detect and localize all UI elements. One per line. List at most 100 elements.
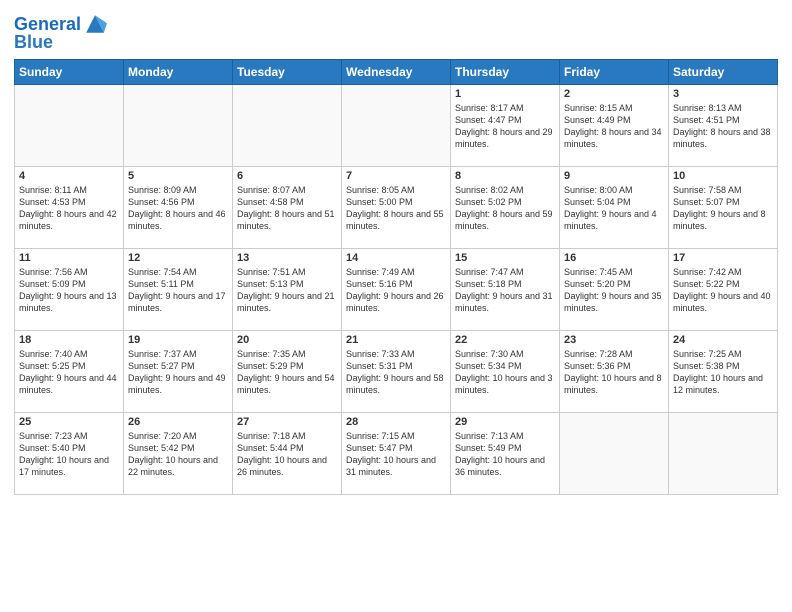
day-number: 13 [237, 252, 337, 264]
day-info: Sunrise: 7:58 AMSunset: 5:07 PMDaylight:… [673, 184, 773, 233]
calendar-cell: 11Sunrise: 7:56 AMSunset: 5:09 PMDayligh… [15, 249, 124, 331]
day-info: Sunrise: 7:47 AMSunset: 5:18 PMDaylight:… [455, 266, 555, 315]
day-number: 24 [673, 334, 773, 346]
logo: General Blue [14, 14, 107, 53]
day-number: 8 [455, 170, 555, 182]
day-info: Sunrise: 7:13 AMSunset: 5:49 PMDaylight:… [455, 430, 555, 479]
day-info: Sunrise: 8:15 AMSunset: 4:49 PMDaylight:… [564, 102, 664, 151]
day-number: 27 [237, 416, 337, 428]
calendar-cell: 7Sunrise: 8:05 AMSunset: 5:00 PMDaylight… [342, 167, 451, 249]
day-info: Sunrise: 7:15 AMSunset: 5:47 PMDaylight:… [346, 430, 446, 479]
calendar-cell: 29 Sunrise: 7:13 AMSunset: 5:49 PMDayligh… [451, 413, 560, 495]
page-container: General Blue SundayMondayTuesdayWednesda… [0, 0, 792, 501]
day-info: Sunrise: 7:28 AMSunset: 5:36 PMDaylight:… [564, 348, 664, 397]
day-info: Sunrise: 7:30 AMSunset: 5:34 PMDaylight:… [455, 348, 555, 397]
day-number: 19 [128, 334, 228, 346]
logo-icon [83, 12, 107, 36]
day-info: Sunrise: 7:42 AMSunset: 5:22 PMDaylight:… [673, 266, 773, 315]
calendar-cell [124, 85, 233, 167]
header: General Blue [14, 10, 778, 53]
calendar-cell: 16Sunrise: 7:45 AMSunset: 5:20 PMDayligh… [560, 249, 669, 331]
day-info: Sunrise: 7:25 AMSunset: 5:38 PMDaylight:… [673, 348, 773, 397]
calendar-cell: 6Sunrise: 8:07 AMSunset: 4:58 PMDaylight… [233, 167, 342, 249]
calendar-cell: 19 Sunrise: 7:37 AMSunset: 5:27 PMDayligh… [124, 331, 233, 413]
calendar-cell: 9Sunrise: 8:00 AMSunset: 5:04 PMDaylight… [560, 167, 669, 249]
day-info: Sunrise: 7:35 AMSunset: 5:29 PMDaylight:… [237, 348, 337, 397]
calendar-body: 1 Sunrise: 8:17 AMSunset: 4:47 PMDaylight… [15, 85, 778, 495]
calendar-cell: 5 Sunrise: 8:09 AMSunset: 4:56 PMDaylight… [124, 167, 233, 249]
weekday-header-saturday: Saturday [669, 60, 778, 85]
calendar-cell: 24 Sunrise: 7:25 AMSunset: 5:38 PMDayligh… [669, 331, 778, 413]
calendar-cell: 25Sunrise: 7:23 AMSunset: 5:40 PMDayligh… [15, 413, 124, 495]
day-number: 17 [673, 252, 773, 264]
day-info: Sunrise: 8:17 AMSunset: 4:47 PMDaylight:… [455, 102, 555, 151]
day-number: 21 [346, 334, 446, 346]
calendar-cell: 15 Sunrise: 7:47 AMSunset: 5:18 PMDayligh… [451, 249, 560, 331]
day-info: Sunrise: 7:20 AMSunset: 5:42 PMDaylight:… [128, 430, 228, 479]
day-number: 2 [564, 88, 664, 100]
day-number: 29 [455, 416, 555, 428]
week-row-4: 18Sunrise: 7:40 AMSunset: 5:25 PMDayligh… [15, 331, 778, 413]
day-info: Sunrise: 8:11 AMSunset: 4:53 PMDaylight:… [19, 184, 119, 233]
calendar-cell: 2 Sunrise: 8:15 AMSunset: 4:49 PMDaylight… [560, 85, 669, 167]
calendar-cell: 1 Sunrise: 8:17 AMSunset: 4:47 PMDaylight… [451, 85, 560, 167]
day-info: Sunrise: 8:13 AMSunset: 4:51 PMDaylight:… [673, 102, 773, 151]
day-info: Sunrise: 8:09 AMSunset: 4:56 PMDaylight:… [128, 184, 228, 233]
day-number: 18 [19, 334, 119, 346]
week-row-2: 4 Sunrise: 8:11 AMSunset: 4:53 PMDaylight… [15, 167, 778, 249]
day-number: 14 [346, 252, 446, 264]
day-number: 5 [128, 170, 228, 182]
day-info: Sunrise: 7:37 AMSunset: 5:27 PMDaylight:… [128, 348, 228, 397]
day-info: Sunrise: 7:49 AMSunset: 5:16 PMDaylight:… [346, 266, 446, 315]
day-number: 4 [19, 170, 119, 182]
day-number: 15 [455, 252, 555, 264]
day-info: Sunrise: 7:18 AMSunset: 5:44 PMDaylight:… [237, 430, 337, 479]
day-number: 22 [455, 334, 555, 346]
calendar-cell: 27 Sunrise: 7:18 AMSunset: 5:44 PMDayligh… [233, 413, 342, 495]
calendar-cell [342, 85, 451, 167]
calendar-cell: 20 Sunrise: 7:35 AMSunset: 5:29 PMDayligh… [233, 331, 342, 413]
day-info: Sunrise: 8:00 AMSunset: 5:04 PMDaylight:… [564, 184, 664, 233]
day-number: 3 [673, 88, 773, 100]
calendar-cell: 14 Sunrise: 7:49 AMSunset: 5:16 PMDayligh… [342, 249, 451, 331]
day-number: 26 [128, 416, 228, 428]
week-row-5: 25Sunrise: 7:23 AMSunset: 5:40 PMDayligh… [15, 413, 778, 495]
calendar-cell: 18Sunrise: 7:40 AMSunset: 5:25 PMDayligh… [15, 331, 124, 413]
weekday-header-friday: Friday [560, 60, 669, 85]
day-number: 25 [19, 416, 119, 428]
day-number: 23 [564, 334, 664, 346]
calendar-cell [233, 85, 342, 167]
weekday-header-wednesday: Wednesday [342, 60, 451, 85]
week-row-1: 1 Sunrise: 8:17 AMSunset: 4:47 PMDaylight… [15, 85, 778, 167]
calendar-cell: 28 Sunrise: 7:15 AMSunset: 5:47 PMDayligh… [342, 413, 451, 495]
calendar-cell: 26 Sunrise: 7:20 AMSunset: 5:42 PMDayligh… [124, 413, 233, 495]
weekday-header-sunday: Sunday [15, 60, 124, 85]
calendar-cell [669, 413, 778, 495]
day-number: 10 [673, 170, 773, 182]
calendar-cell: 3 Sunrise: 8:13 AMSunset: 4:51 PMDaylight… [669, 85, 778, 167]
calendar-cell: 4 Sunrise: 8:11 AMSunset: 4:53 PMDaylight… [15, 167, 124, 249]
calendar-cell [15, 85, 124, 167]
calendar-cell: 12 Sunrise: 7:54 AMSunset: 5:11 PMDayligh… [124, 249, 233, 331]
weekday-header-monday: Monday [124, 60, 233, 85]
weekday-header-row: SundayMondayTuesdayWednesdayThursdayFrid… [15, 60, 778, 85]
week-row-3: 11Sunrise: 7:56 AMSunset: 5:09 PMDayligh… [15, 249, 778, 331]
day-info: Sunrise: 7:33 AMSunset: 5:31 PMDaylight:… [346, 348, 446, 397]
calendar-cell: 23 Sunrise: 7:28 AMSunset: 5:36 PMDayligh… [560, 331, 669, 413]
calendar-cell: 22 Sunrise: 7:30 AMSunset: 5:34 PMDayligh… [451, 331, 560, 413]
day-number: 16 [564, 252, 664, 264]
calendar-cell [560, 413, 669, 495]
calendar-cell: 21 Sunrise: 7:33 AMSunset: 5:31 PMDayligh… [342, 331, 451, 413]
calendar-cell: 8 Sunrise: 8:02 AMSunset: 5:02 PMDaylight… [451, 167, 560, 249]
day-info: Sunrise: 8:07 AMSunset: 4:58 PMDaylight:… [237, 184, 337, 233]
day-number: 28 [346, 416, 446, 428]
day-number: 1 [455, 88, 555, 100]
day-info: Sunrise: 7:54 AMSunset: 5:11 PMDaylight:… [128, 266, 228, 315]
day-number: 20 [237, 334, 337, 346]
calendar-cell: 10 Sunrise: 7:58 AMSunset: 5:07 PMDayligh… [669, 167, 778, 249]
day-info: Sunrise: 7:56 AMSunset: 5:09 PMDaylight:… [19, 266, 119, 315]
day-info: Sunrise: 8:02 AMSunset: 5:02 PMDaylight:… [455, 184, 555, 233]
calendar-cell: 13Sunrise: 7:51 AMSunset: 5:13 PMDayligh… [233, 249, 342, 331]
weekday-header-tuesday: Tuesday [233, 60, 342, 85]
day-number: 12 [128, 252, 228, 264]
